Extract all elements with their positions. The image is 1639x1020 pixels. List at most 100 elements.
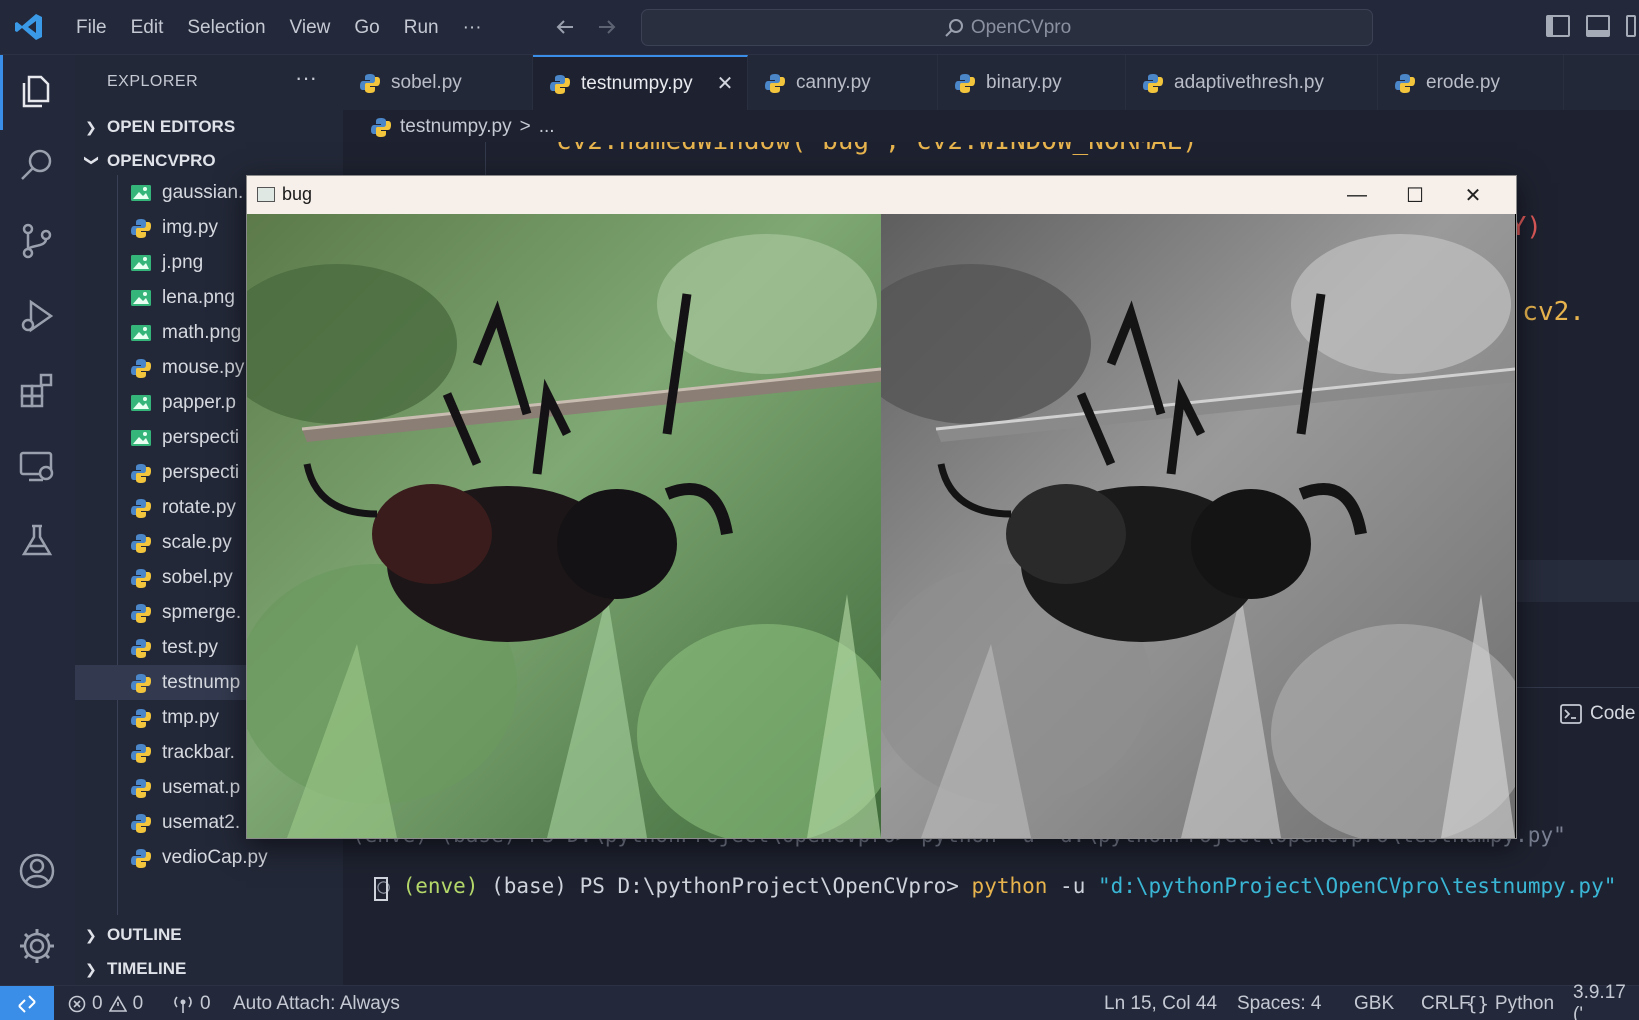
- close-tab-icon[interactable]: ✕: [717, 71, 734, 96]
- open-editors-label: OPEN EDITORS: [107, 117, 236, 136]
- python-file-icon: [131, 743, 151, 763]
- menu-selection[interactable]: Selection: [179, 17, 273, 39]
- run-debug-icon[interactable]: [16, 295, 58, 337]
- language-label: Python: [1494, 992, 1555, 1014]
- project-label: OPENCVPRO: [107, 151, 216, 170]
- editor-tab-bar: sobel.py testnumpy.py ✕ canny.py binary.…: [343, 55, 1639, 110]
- python-file-icon: [131, 813, 151, 833]
- breadcrumb-file[interactable]: testnumpy.py: [400, 116, 512, 138]
- tab-testnumpy[interactable]: testnumpy.py ✕: [533, 55, 748, 110]
- open-editors-section[interactable]: ❯ OPEN EDITORS: [85, 117, 235, 137]
- terminal-env: (enve): [402, 874, 479, 898]
- python-file-icon: [131, 708, 151, 728]
- minimize-button[interactable]: —: [1328, 176, 1386, 214]
- project-section[interactable]: ❯ OPENCVPRO: [85, 151, 216, 171]
- file-name: perspecti: [162, 461, 240, 483]
- python-file-icon: [131, 463, 151, 483]
- file-name: usemat2.: [162, 811, 241, 833]
- python-file-icon: [371, 118, 391, 137]
- cursor-position-status[interactable]: Ln 15, Col 44: [1104, 986, 1217, 1020]
- maximize-button[interactable]: ☐: [1386, 176, 1444, 214]
- terminal-icon: [1560, 704, 1582, 724]
- breadcrumb: testnumpy.py > ...: [370, 112, 555, 142]
- tab-adaptivethresh[interactable]: adaptivethresh.py: [1126, 55, 1378, 110]
- python-file-icon: [1143, 73, 1163, 93]
- remote-icon: [18, 994, 36, 1013]
- forward-arrow-icon[interactable]: [595, 15, 619, 39]
- search-text: OpenCVpro: [970, 16, 1072, 38]
- python-file-icon: [131, 848, 151, 868]
- tab-label: binary.py: [986, 71, 1062, 93]
- problems-status[interactable]: 0 0: [68, 986, 143, 1020]
- python-file-icon: [550, 74, 570, 94]
- python-file-icon: [131, 603, 151, 623]
- back-arrow-icon[interactable]: [553, 15, 577, 39]
- extensions-icon[interactable]: [16, 370, 58, 412]
- settings-gear-icon[interactable]: [16, 925, 58, 967]
- vscode-logo-icon: [15, 14, 42, 40]
- broadcast-icon: [174, 996, 192, 1013]
- menu-go[interactable]: Go: [346, 17, 387, 39]
- search-sidebar-icon[interactable]: [16, 145, 58, 187]
- chevron-right-icon: ❯: [85, 926, 97, 943]
- python-file-icon: [131, 498, 151, 518]
- tab-erode[interactable]: erode.py: [1378, 55, 1564, 110]
- file-tree-item[interactable]: vedioCap.py: [75, 840, 343, 875]
- file-name: mouse.py: [162, 356, 245, 378]
- explorer-icon[interactable]: [16, 70, 58, 112]
- status-bar: 0 0 0 Auto Attach: Always Ln 15, Col 44 …: [0, 982, 1639, 1020]
- python-interpreter-status[interactable]: 3.9.17 (': [1573, 982, 1639, 1020]
- explorer-more-button[interactable]: ···: [295, 65, 317, 91]
- terminal-cursor: [374, 877, 388, 901]
- terminal-launch-profile[interactable]: Code: [1560, 703, 1635, 725]
- tab-binary[interactable]: binary.py: [938, 55, 1126, 110]
- file-name: spmerge.: [162, 601, 242, 623]
- python-file-icon: [131, 778, 151, 798]
- python-file-icon: [131, 358, 151, 378]
- image-file-icon: [131, 394, 151, 411]
- python-file-icon: [360, 73, 380, 93]
- tab-canny[interactable]: canny.py: [748, 55, 938, 110]
- warning-icon: [108, 994, 127, 1012]
- menu-view[interactable]: View: [282, 17, 339, 39]
- close-window-button[interactable]: ✕: [1444, 176, 1502, 214]
- encoding-status[interactable]: GBK: [1354, 986, 1394, 1020]
- cv-window-titlebar[interactable]: bug — ☐ ✕: [247, 176, 1516, 214]
- opencv-image-window[interactable]: bug — ☐ ✕: [246, 175, 1517, 839]
- breadcrumb-separator: >: [519, 116, 531, 137]
- language-mode-status[interactable]: {} Python: [1466, 986, 1554, 1020]
- menu-bar: File Edit Selection View Go Run ···: [68, 0, 498, 55]
- source-control-icon[interactable]: [16, 220, 58, 262]
- remote-explorer-icon[interactable]: [16, 445, 58, 487]
- menu-file[interactable]: File: [68, 17, 115, 39]
- toggle-secondary-sidebar-icon[interactable]: [1626, 15, 1636, 37]
- file-name: testnump: [162, 671, 241, 693]
- ports-status[interactable]: 0: [172, 986, 211, 1020]
- toggle-panel-icon[interactable]: [1586, 15, 1610, 37]
- auto-attach-status[interactable]: Auto Attach: Always: [233, 986, 400, 1020]
- indentation-status[interactable]: Spaces: 4: [1237, 986, 1322, 1020]
- remote-indicator-button[interactable]: [0, 986, 54, 1020]
- file-name: perspecti: [162, 426, 240, 448]
- error-count: 0: [92, 992, 103, 1014]
- menu-edit[interactable]: Edit: [123, 17, 172, 39]
- color-beetle-image: [247, 214, 881, 838]
- timeline-section[interactable]: ❯ TIMELINE: [85, 959, 186, 979]
- title-bar: File Edit Selection View Go Run ··· Open…: [0, 0, 1639, 55]
- toggle-sidebar-icon[interactable]: [1546, 15, 1570, 37]
- active-indicator: [0, 55, 3, 130]
- python-file-icon: [131, 638, 151, 658]
- tab-sobel[interactable]: sobel.py: [343, 55, 533, 110]
- menu-more[interactable]: ···: [455, 17, 490, 39]
- file-name: sobel.py: [162, 566, 233, 588]
- breadcrumb-symbol[interactable]: ...: [539, 116, 555, 138]
- tab-label: adaptivethresh.py: [1174, 71, 1324, 93]
- command-center-search[interactable]: OpenCVpro: [641, 9, 1373, 46]
- image-file-icon: [131, 254, 151, 271]
- accounts-icon[interactable]: [16, 850, 58, 892]
- outline-label: OUTLINE: [107, 925, 182, 944]
- testing-icon[interactable]: [16, 520, 58, 562]
- outline-section[interactable]: ❯ OUTLINE: [85, 925, 182, 945]
- menu-run[interactable]: Run: [396, 17, 447, 39]
- eol-status[interactable]: CRLF: [1421, 986, 1471, 1020]
